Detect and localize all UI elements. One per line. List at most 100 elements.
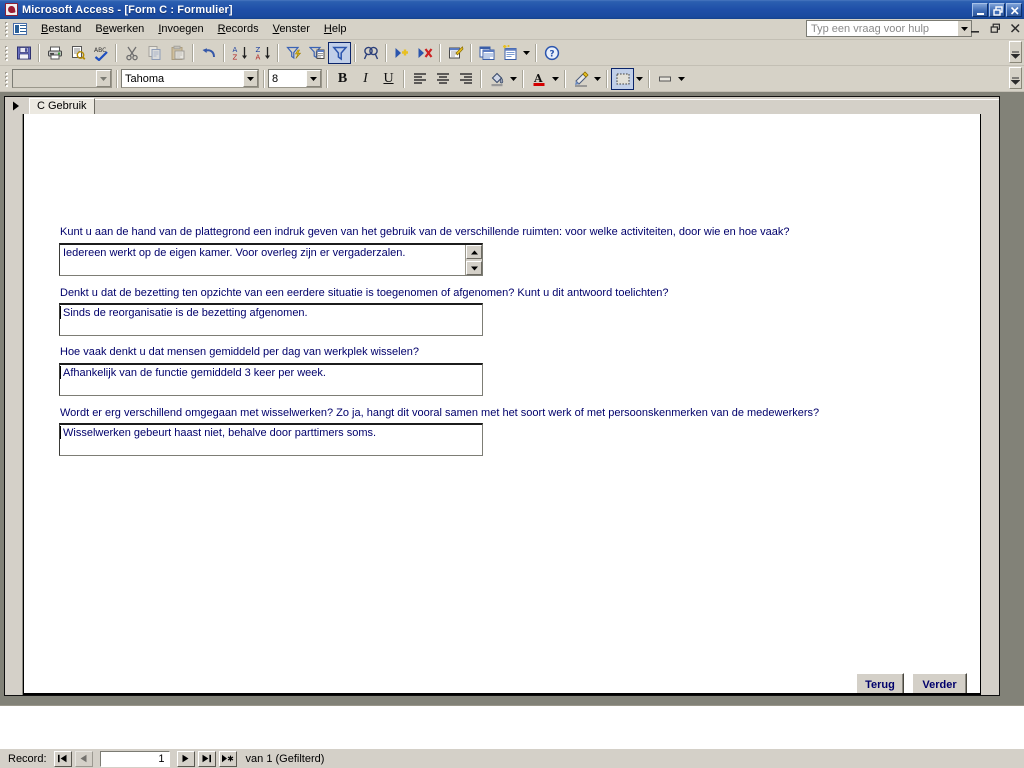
object-select-combo[interactable] bbox=[12, 69, 112, 88]
new-record-icon[interactable] bbox=[390, 42, 413, 64]
first-record-button[interactable] bbox=[53, 750, 72, 767]
mdi-restore-button[interactable] bbox=[988, 21, 1002, 35]
sort-ascending-icon[interactable]: A Z bbox=[228, 42, 251, 64]
record-count-label: van 1 (Gefilterd) bbox=[245, 752, 325, 765]
svg-text:Z: Z bbox=[232, 53, 237, 61]
answer-textbox-2[interactable]: Sinds de reorganisatie is de bezetting a… bbox=[59, 303, 483, 336]
answer-1-vertical-scrollbar[interactable] bbox=[465, 245, 482, 275]
standard-toolbar-overflow-button[interactable] bbox=[1009, 41, 1022, 63]
mdi-close-button[interactable] bbox=[1008, 21, 1022, 35]
answer-value-1: Iedereen werkt op de eigen kamer. Voor o… bbox=[63, 247, 406, 259]
line-border-color-icon[interactable] bbox=[569, 68, 592, 90]
font-name-combo[interactable]: Tahoma bbox=[121, 69, 259, 88]
menu-venster[interactable]: Venster bbox=[266, 21, 317, 38]
menu-records[interactable]: Records bbox=[211, 21, 266, 38]
scroll-down-icon[interactable] bbox=[466, 261, 482, 275]
answer-textbox-4[interactable]: Wisselwerken gebeurt haast niet, behalve… bbox=[59, 423, 483, 456]
formatting-toolbar-overflow-button[interactable] bbox=[1009, 67, 1022, 89]
italic-label: I bbox=[363, 70, 368, 86]
record-selector-column[interactable] bbox=[5, 114, 23, 695]
menubar-grip[interactable] bbox=[2, 21, 10, 37]
mdi-minimize-button[interactable] bbox=[968, 21, 982, 35]
sort-descending-icon[interactable]: Z A bbox=[251, 42, 274, 64]
toolbar-separator bbox=[403, 69, 405, 88]
align-center-icon[interactable] bbox=[431, 68, 454, 90]
properties-icon[interactable] bbox=[444, 42, 467, 64]
form-canvas: Kunt u aan de hand van de plattegrond ee… bbox=[23, 114, 981, 695]
minimize-button[interactable] bbox=[972, 2, 988, 17]
filter-by-selection-icon[interactable] bbox=[282, 42, 305, 64]
question-label-2: Denkt u dat de bezetting ten opzichte va… bbox=[60, 287, 669, 299]
menu-bestand[interactable]: Bestand bbox=[34, 21, 88, 38]
scroll-up-icon[interactable] bbox=[466, 245, 482, 259]
standard-toolbar-grip[interactable] bbox=[2, 44, 10, 61]
italic-icon[interactable]: I bbox=[354, 68, 377, 90]
object-select-dropdown-icon[interactable] bbox=[96, 70, 111, 87]
apply-filter-icon[interactable] bbox=[328, 41, 351, 64]
cut-icon[interactable] bbox=[120, 42, 143, 64]
ask-a-question-input[interactable]: Typ een vraag voor hulp bbox=[806, 20, 958, 37]
align-left-icon[interactable] bbox=[408, 68, 431, 90]
next-button[interactable]: Verder bbox=[912, 673, 967, 693]
help-icon[interactable]: ? bbox=[540, 42, 563, 64]
answer-textbox-1[interactable]: Iedereen werkt op de eigen kamer. Voor o… bbox=[59, 243, 483, 276]
toolbar-separator bbox=[116, 69, 118, 88]
menu-help[interactable]: Help bbox=[317, 21, 354, 38]
save-icon[interactable] bbox=[12, 42, 35, 64]
font-color-icon[interactable]: A bbox=[527, 68, 550, 90]
database-window-icon[interactable] bbox=[475, 42, 498, 64]
last-record-button[interactable] bbox=[197, 750, 216, 767]
toolbar-separator bbox=[564, 69, 566, 88]
line-width-dropdown-arrow-icon[interactable] bbox=[676, 68, 687, 90]
print-preview-icon[interactable] bbox=[66, 42, 89, 64]
tab-c-gebruik[interactable]: C Gebruik bbox=[29, 98, 95, 114]
access-app-icon bbox=[3, 2, 19, 17]
tab-row-filler bbox=[94, 99, 999, 114]
mdi-client-area: C Gebruik Kunt u aan de hand van de plat… bbox=[0, 92, 1024, 705]
new-object-icon[interactable] bbox=[498, 42, 521, 64]
next-record-button[interactable] bbox=[176, 750, 195, 767]
form-right-gutter bbox=[981, 114, 999, 695]
close-button[interactable] bbox=[1006, 2, 1022, 17]
print-icon[interactable] bbox=[43, 42, 66, 64]
toolbar-separator bbox=[326, 69, 328, 88]
title-bar: Microsoft Access - [Form C : Formulier] bbox=[0, 0, 1024, 19]
underline-icon[interactable]: U bbox=[377, 68, 400, 90]
current-record-input[interactable]: 1 bbox=[99, 750, 170, 767]
menu-invoegen[interactable]: Invoegen bbox=[151, 21, 210, 38]
spelling-icon[interactable]: ABC bbox=[89, 42, 112, 64]
fill-color-dropdown-arrow-icon[interactable] bbox=[508, 68, 519, 90]
record-selector-arrow-icon[interactable] bbox=[7, 99, 24, 113]
bold-icon[interactable]: B bbox=[331, 68, 354, 90]
status-area: Record: 1 van 1 (Gefilterd) bbox=[0, 705, 1024, 768]
line-width-icon[interactable] bbox=[653, 68, 676, 90]
undo-icon[interactable] bbox=[197, 42, 220, 64]
font-size-dropdown-icon[interactable] bbox=[306, 70, 321, 87]
toolbar-separator bbox=[480, 69, 482, 88]
toolbar-separator bbox=[354, 43, 356, 62]
restore-button[interactable] bbox=[989, 2, 1005, 17]
font-size-combo[interactable]: 8 bbox=[268, 69, 322, 88]
special-effect-icon[interactable] bbox=[611, 67, 634, 90]
copy-icon[interactable] bbox=[143, 42, 166, 64]
svg-text:ABC: ABC bbox=[94, 47, 106, 54]
answer-textbox-3[interactable]: Afhankelijk van de functie gemiddeld 3 k… bbox=[59, 363, 483, 396]
menu-bewerken[interactable]: Bewerken bbox=[88, 21, 151, 38]
special-effect-dropdown-arrow-icon[interactable] bbox=[634, 68, 645, 90]
filter-by-form-icon[interactable] bbox=[305, 42, 328, 64]
font-name-dropdown-icon[interactable] bbox=[243, 70, 258, 87]
find-icon[interactable] bbox=[359, 42, 382, 64]
form-document-icon[interactable] bbox=[12, 22, 28, 36]
new-object-dropdown-arrow-icon[interactable] bbox=[521, 42, 532, 64]
delete-record-icon[interactable] bbox=[413, 42, 436, 64]
previous-record-button[interactable] bbox=[74, 750, 93, 767]
align-right-icon[interactable] bbox=[454, 68, 477, 90]
new-record-button[interactable] bbox=[218, 750, 237, 767]
paste-icon[interactable] bbox=[166, 42, 189, 64]
back-button[interactable]: Terug bbox=[856, 673, 904, 693]
fill-color-icon[interactable] bbox=[485, 68, 508, 90]
line-border-color-dropdown-arrow-icon[interactable] bbox=[592, 68, 603, 90]
font-color-dropdown-arrow-icon[interactable] bbox=[550, 68, 561, 90]
font-size-value: 8 bbox=[272, 72, 279, 85]
formatting-toolbar-grip[interactable] bbox=[2, 70, 10, 87]
